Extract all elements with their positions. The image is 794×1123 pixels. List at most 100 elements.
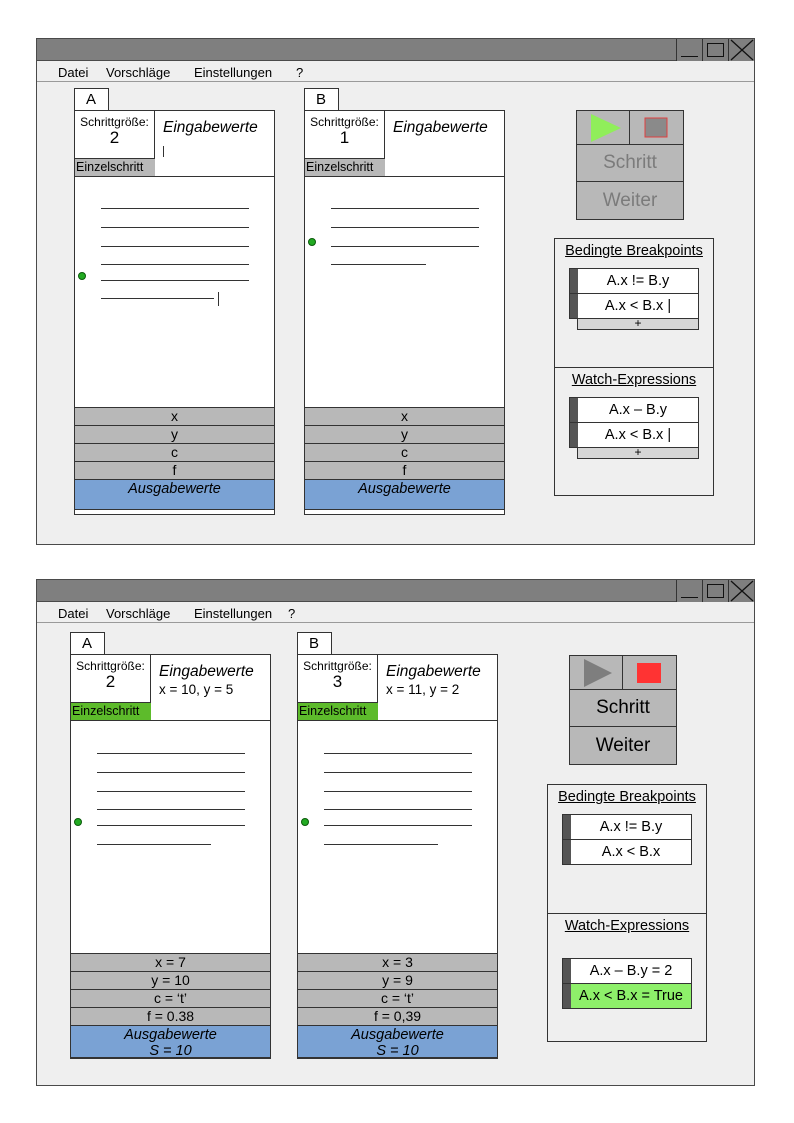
code-line — [101, 246, 249, 247]
breakpoint-item[interactable]: A.x < B.x | — [569, 293, 699, 319]
drag-handle[interactable] — [563, 984, 571, 1008]
debug-panel-a: A Schrittgröße: 2 Einzelschritt Eingabew… — [74, 88, 275, 516]
variable-row[interactable]: x — [74, 407, 275, 426]
menu-settings[interactable]: Einstellungen — [194, 606, 272, 621]
step-size-box[interactable]: Schrittgröße: 2 — [71, 655, 151, 703]
panel-tag[interactable]: A — [70, 632, 105, 655]
breakpoint-item[interactable]: A.x != B.y — [562, 814, 692, 840]
run-controls: Schritt Weiter — [569, 655, 677, 765]
menu-file[interactable]: Datei — [58, 606, 88, 621]
step-button[interactable]: Schritt — [570, 690, 676, 727]
debugger-window-running: Datei Vorschläge Einstellungen ? A Schri… — [36, 579, 755, 1086]
step-size-box[interactable]: Schrittgröße: 1 — [305, 111, 385, 159]
drag-handle[interactable] — [563, 815, 571, 839]
sidebox-divider — [555, 367, 713, 368]
step-size-value[interactable]: 3 — [298, 673, 377, 691]
output-values-title: Ausgabewerte — [128, 481, 221, 497]
minimize-icon[interactable] — [676, 39, 702, 61]
watch-item[interactable]: A.x < B.x | — [569, 422, 699, 448]
variable-row[interactable]: f — [74, 461, 275, 480]
sidebox-divider — [548, 913, 706, 914]
breakpoint-item[interactable]: A.x < B.x — [562, 839, 692, 865]
watch-list: A.x – B.y A.x < B.x | + — [569, 397, 699, 459]
step-size-box[interactable]: Schrittgröße: 3 — [298, 655, 378, 703]
code-line — [324, 772, 472, 773]
close-icon[interactable] — [728, 580, 754, 602]
output-values-box: Ausgabewerte S = 10 — [297, 1025, 498, 1059]
code-line — [97, 753, 245, 754]
breakpoint-item[interactable]: A.x != B.y — [569, 268, 699, 294]
input-values-box[interactable]: Eingabewerte — [385, 111, 504, 176]
maximize-icon[interactable] — [702, 39, 728, 61]
minimize-icon[interactable] — [676, 580, 702, 602]
step-size-value[interactable]: 2 — [75, 129, 154, 147]
input-values-value: x = 11, y = 2 — [386, 682, 460, 697]
menu-help[interactable]: ? — [296, 65, 303, 80]
variable-row[interactable]: x — [304, 407, 505, 426]
input-values-box[interactable]: Eingabewerte x = 10, y = 5 — [151, 655, 270, 720]
variable-row[interactable]: f = 0.38 — [70, 1007, 271, 1026]
single-step-button[interactable]: Einzelschritt — [305, 158, 385, 176]
watch-item[interactable]: A.x – B.y = 2 — [562, 958, 692, 984]
menu-suggestions[interactable]: Vorschläge — [106, 65, 170, 80]
variable-row[interactable]: x = 3 — [297, 953, 498, 972]
menu-help[interactable]: ? — [288, 606, 295, 621]
variable-row[interactable]: y — [74, 425, 275, 444]
stop-button[interactable] — [623, 656, 676, 690]
continue-button[interactable]: Weiter — [570, 728, 676, 765]
run-controls: Schritt Weiter — [576, 110, 684, 220]
breakpoint-icon[interactable] — [74, 818, 82, 826]
code-line — [101, 280, 249, 281]
continue-button[interactable]: Weiter — [577, 183, 683, 220]
single-step-button[interactable]: Einzelschritt — [298, 702, 378, 720]
drag-handle[interactable] — [570, 269, 578, 293]
stop-button[interactable] — [630, 111, 683, 145]
maximize-icon[interactable] — [702, 580, 728, 602]
watch-item[interactable]: A.x < B.x = True — [562, 983, 692, 1009]
variable-row[interactable]: c = ‘t’ — [297, 989, 498, 1008]
drag-handle[interactable] — [570, 423, 578, 447]
breakpoint-icon[interactable] — [78, 272, 86, 280]
step-size-box[interactable]: Schrittgröße: 2 — [75, 111, 155, 159]
watch-expression: A.x – B.y — [608, 402, 668, 418]
variable-row[interactable]: f — [304, 461, 505, 480]
single-step-button[interactable]: Einzelschritt — [75, 158, 155, 176]
variable-row[interactable]: y = 9 — [297, 971, 498, 990]
title-bar[interactable] — [37, 39, 754, 61]
panel-tag[interactable]: A — [74, 88, 109, 111]
title-bar[interactable] — [37, 580, 754, 602]
drag-handle[interactable] — [570, 398, 578, 422]
variable-row[interactable]: c — [74, 443, 275, 462]
watch-item[interactable]: A.x – B.y — [569, 397, 699, 423]
menu-settings[interactable]: Einstellungen — [194, 65, 272, 80]
step-size-value[interactable]: 1 — [305, 129, 384, 147]
variable-row[interactable]: y — [304, 425, 505, 444]
menu-suggestions[interactable]: Vorschläge — [106, 606, 170, 621]
drag-handle[interactable] — [563, 959, 571, 983]
play-button[interactable] — [577, 111, 629, 145]
breakpoint-icon[interactable] — [308, 238, 316, 246]
variables-list: x y c f Ausgabewerte — [304, 407, 505, 510]
input-values-box[interactable]: Eingabewerte x = 11, y = 2 — [378, 655, 497, 720]
breakpoint-icon[interactable] — [301, 818, 309, 826]
add-watch-button[interactable]: + — [577, 446, 699, 459]
close-icon[interactable] — [728, 39, 754, 61]
variable-row[interactable]: c = ‘t’ — [70, 989, 271, 1008]
variable-row[interactable]: x = 7 — [70, 953, 271, 972]
drag-handle[interactable] — [570, 294, 578, 318]
panel-tag[interactable]: B — [304, 88, 339, 111]
menu-file[interactable]: Datei — [58, 65, 88, 80]
step-button[interactable]: Schritt — [577, 145, 683, 182]
variable-row[interactable]: y = 10 — [70, 971, 271, 990]
variable-row[interactable]: c — [304, 443, 505, 462]
drag-handle[interactable] — [563, 840, 571, 864]
step-size-value[interactable]: 2 — [71, 673, 150, 691]
add-breakpoint-button[interactable]: + — [577, 317, 699, 330]
play-button[interactable] — [570, 656, 622, 690]
panel-tag[interactable]: B — [297, 632, 332, 655]
debug-panel-a: A Schrittgröße: 2 Einzelschritt Eingabew… — [70, 632, 271, 1060]
step-size-label: Schrittgröße: — [310, 115, 379, 129]
variable-row[interactable]: f = 0,39 — [297, 1007, 498, 1026]
single-step-button[interactable]: Einzelschritt — [71, 702, 151, 720]
input-values-box[interactable]: Eingabewerte — [155, 111, 274, 176]
